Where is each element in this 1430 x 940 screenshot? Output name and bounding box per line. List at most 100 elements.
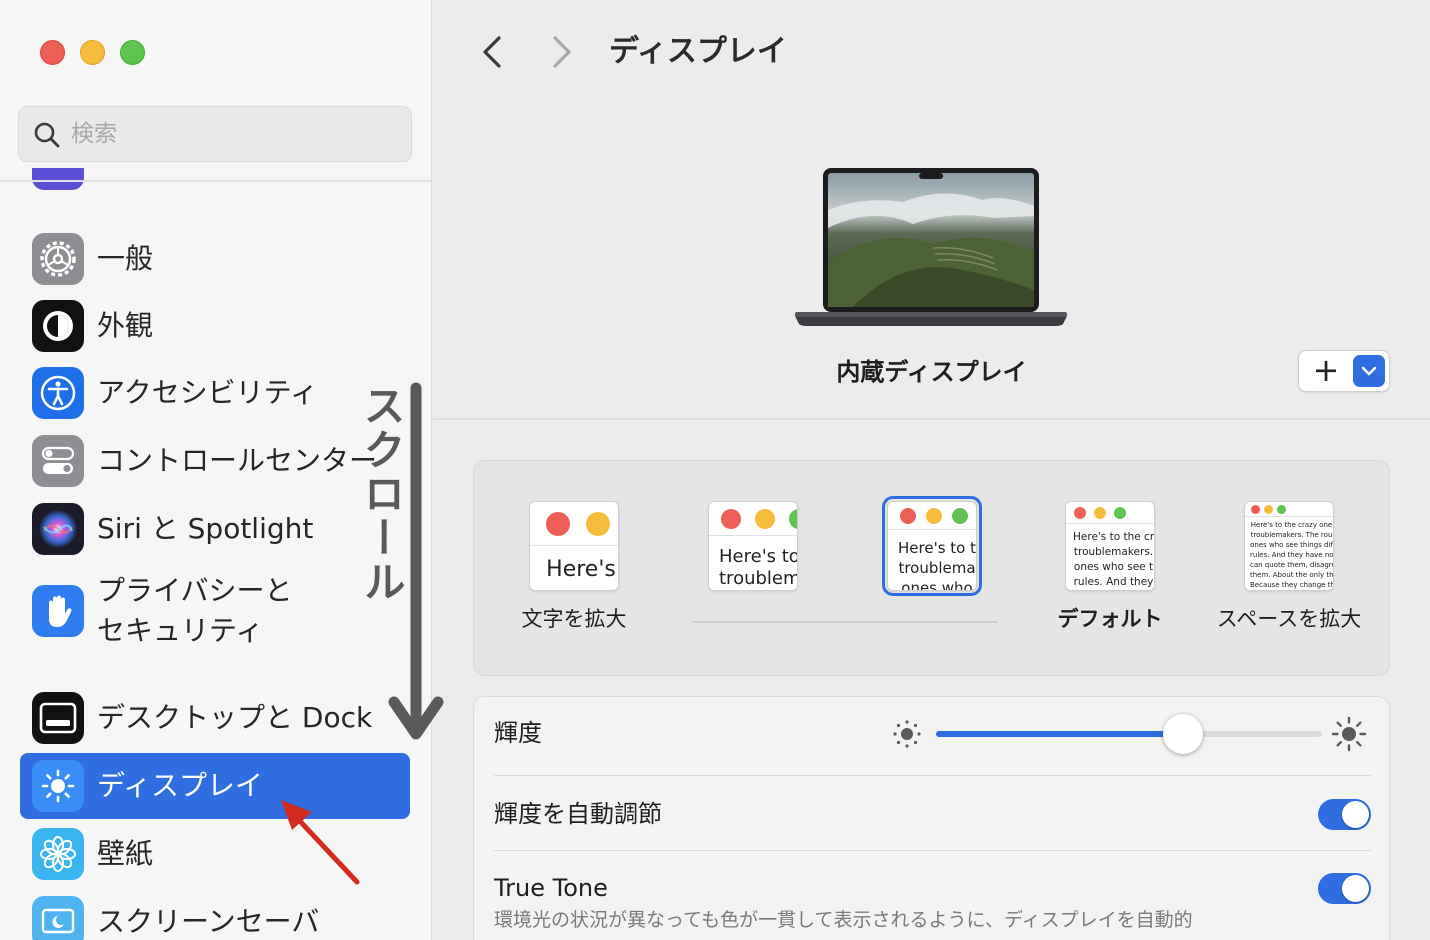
sidebar-item-label: 一般 [97, 242, 154, 275]
sidebar-item-label: 外観 [97, 309, 154, 342]
laptop-icon[interactable] [793, 166, 1069, 334]
resolution-panel: Here's 文字を拡大 Here's to troublem [473, 460, 1390, 676]
search-input[interactable] [71, 115, 391, 153]
appearance-icon [32, 300, 84, 352]
thumb-yellow-dot [755, 509, 775, 529]
sidebar-item-label: ディスプレイ [97, 769, 264, 802]
section-divider [433, 418, 1430, 420]
add-display-dropdown[interactable] [1353, 355, 1385, 387]
thumb-sample-text: Here's [546, 557, 616, 582]
resolution-thumb: Here's to the crazy one troublemakers. T… [1244, 501, 1334, 591]
resolution-thumb-selected: Here's to t troublema ones who [882, 496, 982, 596]
thumb-yellow-dot [586, 512, 610, 536]
resolution-option-3[interactable]: Here's to t troublema ones who [852, 496, 1012, 633]
chevron-down-icon [1361, 366, 1377, 376]
add-display-button[interactable]: + [1299, 351, 1353, 391]
thumb-red-dot [1074, 507, 1086, 519]
zoom-button[interactable] [120, 40, 145, 65]
thumb-sample-text: Here's to the crazy one troublemakers. T… [1250, 521, 1333, 589]
sidebar-item-label-line2: セキュリティ [97, 614, 264, 647]
close-button[interactable] [40, 40, 65, 65]
chevron-right-icon[interactable] [541, 30, 581, 74]
brightness-slider-knob[interactable] [1163, 714, 1204, 754]
sidebar-item-accessibility[interactable]: アクセシビリティ [20, 360, 410, 426]
resolution-label: デフォルト [1057, 607, 1163, 631]
sidebar-item-appearance[interactable]: 外観 [20, 293, 410, 359]
sidebar-item-wallpaper[interactable]: 壁紙 [20, 821, 410, 887]
resolution-label: スペースを拡大 [1216, 607, 1362, 631]
sidebar-item-label-line1: プライバシーと [97, 574, 293, 607]
resolution-option-default[interactable]: Here's to the cr troublemakers. ones who… [1030, 501, 1190, 633]
resolution-label: 文字を拡大 [521, 607, 627, 631]
row-divider [494, 775, 1371, 776]
thumb-green-dot [1277, 505, 1286, 514]
resolution-thumb: Here's to troublem [708, 501, 798, 591]
true-tone-label: True Tone [494, 874, 608, 902]
sidebar-item-label: デスクトップと Dock [97, 701, 373, 734]
siri-icon [32, 503, 84, 555]
thumb-yellow-dot [926, 508, 942, 524]
auto-brightness-label: 輝度を自動調節 [494, 800, 662, 828]
resolution-option-2[interactable]: Here's to troublem [673, 501, 833, 633]
thumb-red-dot [900, 508, 916, 524]
resolution-thumb: Here's to the cr troublemakers. ones who… [1065, 501, 1155, 591]
thumb-sample-text: Here's to the cr troublemakers. ones who… [1073, 531, 1154, 588]
thumb-green-dot [952, 508, 968, 524]
display-arrangement: 内蔵ディスプレイ + [433, 90, 1430, 420]
resolution-option-larger-text[interactable]: Here's 文字を拡大 [494, 501, 654, 633]
dock-icon [32, 692, 84, 744]
screensaver-icon [32, 896, 84, 940]
thumb-red-dot [721, 509, 741, 529]
accessibility-icon [32, 367, 84, 419]
sidebar-item-siri[interactable]: Siri と Spotlight [20, 496, 410, 562]
auto-brightness-toggle[interactable] [1318, 799, 1371, 830]
thumb-red-dot [1251, 505, 1260, 514]
main-content: ディスプレイ 内蔵ディスプレイ + Here's 文字を拡大 Here's t … [433, 0, 1430, 940]
toggles-icon [32, 435, 84, 487]
sidebar-item-label: Siri と Spotlight [97, 512, 314, 545]
true-tone-toggle[interactable] [1318, 873, 1371, 904]
flower-icon [32, 828, 84, 880]
sun-icon [32, 760, 84, 812]
thumb-sample-text: Here's to troublem [719, 546, 797, 589]
brightness-slider[interactable] [936, 714, 1322, 754]
toggle-knob [1342, 875, 1369, 902]
sun-small-icon [893, 720, 921, 748]
gear-icon [32, 233, 84, 285]
resolution-label [852, 605, 1012, 633]
sidebar-item-displays[interactable]: ディスプレイ [20, 753, 410, 819]
thumb-red-dot [546, 512, 570, 536]
chevron-left-icon[interactable] [473, 30, 513, 74]
sidebar-item-control-center[interactable]: コントロールセンター [20, 428, 410, 494]
sidebar-item-privacy[interactable]: プライバシーと セキュリティ [20, 566, 410, 656]
true-tone-description: 環境光の状況が異なっても色が一貫して表示されるように、ディスプレイを自動的 [494, 909, 1193, 931]
display-settings-panel: 輝度 輝度を自動調節 True Tone 環境光の状況が異なっても色が一貫して表… [473, 696, 1390, 940]
search-field[interactable] [18, 106, 412, 162]
resolution-thumb: Here's [529, 501, 619, 591]
add-display-group: + [1298, 350, 1390, 392]
sidebar-divider [0, 180, 431, 182]
page-title: ディスプレイ [609, 34, 787, 69]
sidebar-item-label: 壁紙 [97, 837, 154, 870]
partial-icon [32, 168, 84, 190]
minimize-button[interactable] [80, 40, 105, 65]
resolution-option-more-space[interactable]: Here's to the crazy one troublemakers. T… [1209, 501, 1369, 633]
search-icon [34, 122, 60, 148]
thumb-yellow-dot [1264, 505, 1273, 514]
brightness-label: 輝度 [494, 719, 542, 747]
row-divider [494, 850, 1371, 851]
thumb-green-dot [1114, 507, 1126, 519]
thumb-yellow-dot [1094, 507, 1106, 519]
sidebar-item-label: コントロールセンター [97, 444, 378, 477]
sidebar-item-desktop-dock[interactable]: デスクトップと Dock [20, 685, 410, 751]
sidebar-item-general[interactable]: 一般 [20, 226, 410, 292]
sidebar-item-screensaver[interactable]: スクリーンセーバ [20, 889, 410, 940]
scroll-annotation-label: スクロール [357, 384, 406, 604]
sidebar-item-label: スクリーンセーバ [97, 905, 320, 938]
display-name: 内蔵ディスプレイ [836, 358, 1027, 386]
hand-icon [32, 585, 84, 637]
sidebar-item-label: アクセシビリティ [97, 376, 318, 409]
toggle-knob [1342, 801, 1369, 828]
thumb-sample-text: Here's to t troublema ones who [898, 539, 976, 591]
resolution-label [673, 605, 833, 633]
